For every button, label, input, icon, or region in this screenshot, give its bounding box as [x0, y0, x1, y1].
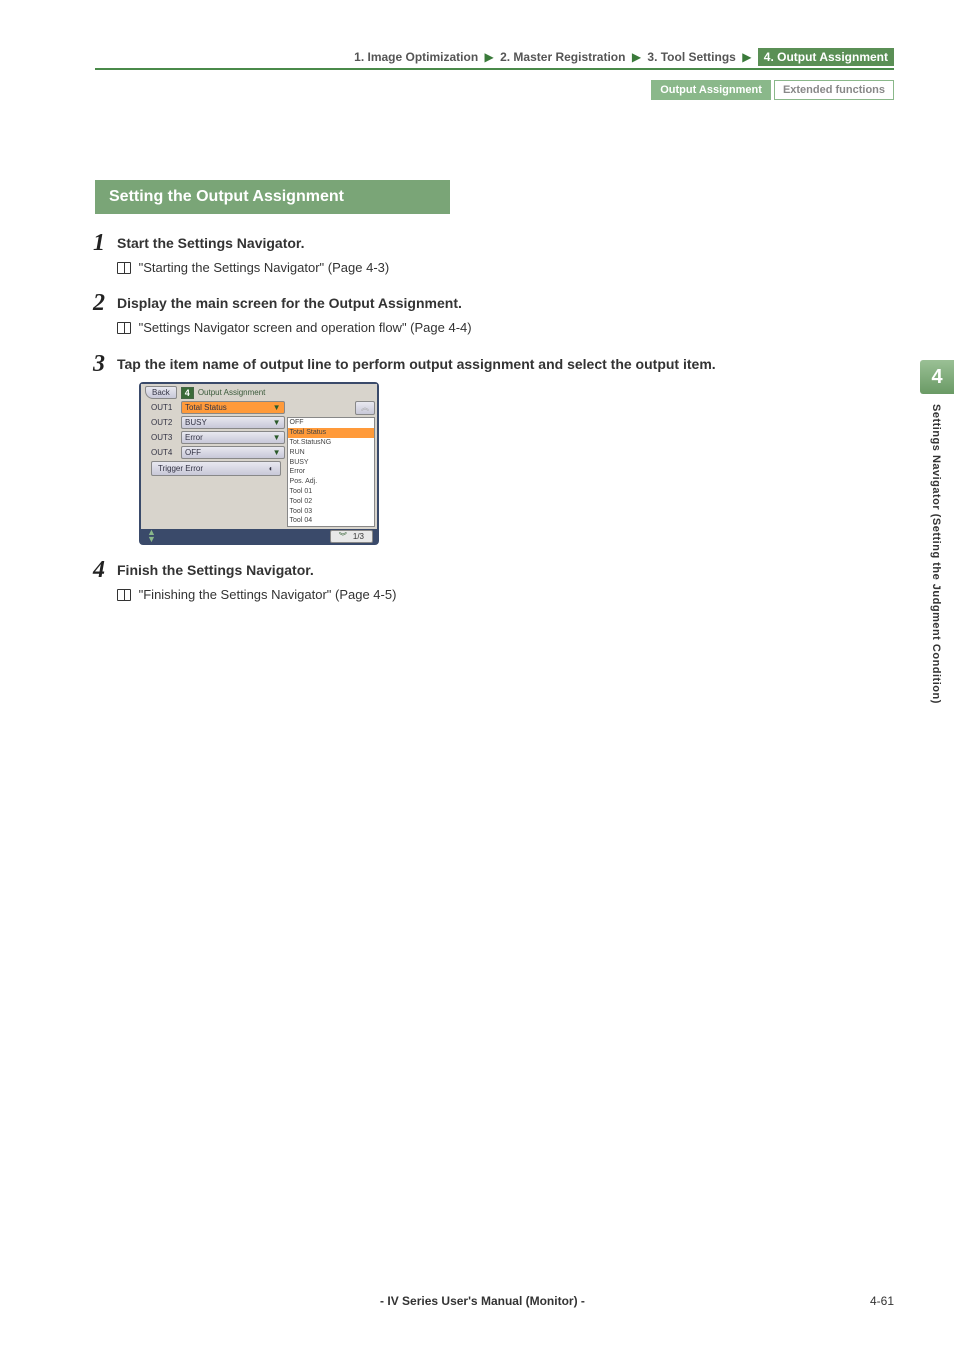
breadcrumb-arrow-icon: ▶ — [485, 50, 494, 64]
stage-title: Output Assignment — [198, 388, 266, 397]
chevron-down-icon: ︾ — [339, 531, 347, 542]
device-screenshot: Back 4 Output Assignment OUT1 Total Stat… — [139, 382, 379, 545]
dropdown-option[interactable]: Error — [288, 467, 374, 477]
stage-number-badge: 4 — [181, 387, 194, 399]
dropdown-option[interactable]: Tool 04 — [288, 516, 374, 526]
divider — [95, 68, 894, 70]
breadcrumb-arrow-icon: ▶ — [742, 50, 751, 64]
book-icon — [117, 262, 131, 274]
step-title: Finish the Settings Navigator. — [117, 561, 894, 581]
book-icon — [117, 322, 131, 334]
step-reference: "Finishing the Settings Navigator" (Page… — [117, 585, 894, 606]
chevron-down-icon: ▼ — [273, 403, 281, 412]
footer-title: - IV Series User's Manual (Monitor) - — [95, 1294, 870, 1308]
dropdown-option[interactable]: Tool 02 — [288, 497, 374, 507]
trigger-error-row[interactable]: Trigger Error ◐ — [151, 461, 281, 476]
output-value: OFF — [185, 448, 201, 457]
step-ref-text: "Finishing the Settings Navigator" (Page… — [139, 587, 397, 602]
device-topbar: Back 4 Output Assignment — [141, 384, 377, 401]
step-title: Start the Settings Navigator. — [117, 234, 894, 254]
step-number: 1 — [93, 230, 105, 257]
breadcrumb-item-4: 4. Output Assignment — [758, 48, 894, 66]
output-value: Total Status — [185, 403, 227, 412]
subtab-output-assignment: Output Assignment — [651, 80, 771, 100]
dropdown-option[interactable]: Tool 01 — [288, 487, 374, 497]
output-label: OUT2 — [151, 418, 177, 427]
step-2: 2 Display the main screen for the Output… — [95, 294, 894, 338]
chapter-number-badge: 4 — [920, 360, 954, 394]
dropdown-option[interactable]: Pos. Adj. — [288, 477, 374, 487]
breadcrumb-item-1: 1. Image Optimization — [354, 50, 478, 64]
output-row-out1: OUT1 Total Status ▼ — [143, 401, 285, 414]
dropdown-option[interactable]: BUSY — [288, 458, 374, 468]
breadcrumb-item-3: 3. Tool Settings — [647, 50, 735, 64]
output-row-out3: OUT3 Error ▼ — [143, 431, 285, 444]
book-icon — [117, 589, 131, 601]
subtab-extended-functions: Extended functions — [774, 80, 894, 100]
page-number: 4-61 — [870, 1294, 894, 1308]
step-number: 2 — [93, 290, 105, 317]
step-number: 3 — [93, 351, 105, 378]
chapter-title-vertical: Settings Navigator (Setting the Judgment… — [930, 404, 942, 704]
device-bottombar: ▲▼ ︾ 1/3 — [141, 529, 377, 543]
output-dropdown[interactable]: OFF ▼ — [181, 446, 285, 459]
output-label: OUT4 — [151, 448, 177, 457]
trigger-error-label: Trigger Error — [158, 464, 203, 473]
output-label: OUT1 — [151, 403, 177, 412]
step-1: 1 Start the Settings Navigator. "Startin… — [95, 234, 894, 278]
output-label: OUT3 — [151, 433, 177, 442]
page-indicator: 1/3 — [353, 532, 364, 541]
step-title: Tap the item name of output line to perf… — [117, 355, 894, 375]
step-ref-text: "Settings Navigator screen and operation… — [139, 320, 472, 335]
breadcrumb: 1. Image Optimization ▶ 2. Master Regist… — [95, 50, 894, 64]
output-row-out2: OUT2 BUSY ▼ — [143, 416, 285, 429]
scroll-up-button[interactable]: ︽ — [355, 401, 375, 415]
dropdown-option[interactable]: RUN — [288, 448, 374, 458]
breadcrumb-item-2: 2. Master Registration — [500, 50, 625, 64]
dropdown-option[interactable]: Total Status — [288, 428, 374, 438]
step-ref-text: "Starting the Settings Navigator" (Page … — [139, 260, 390, 275]
dropdown-option[interactable]: OFF — [288, 418, 374, 428]
chevron-down-icon: ▼ — [273, 418, 281, 427]
step-title: Display the main screen for the Output A… — [117, 294, 894, 314]
dropdown-list: OFF Total Status Tot.StatusNG RUN BUSY E… — [287, 417, 375, 527]
subtab-bar: Output Assignment Extended functions — [95, 80, 894, 100]
output-row-out4: OUT4 OFF ▼ — [143, 446, 285, 459]
output-value: BUSY — [185, 418, 207, 427]
back-button[interactable]: Back — [145, 386, 177, 399]
output-dropdown[interactable]: BUSY ▼ — [181, 416, 285, 429]
dropdown-option[interactable]: Tot.StatusNG — [288, 438, 374, 448]
step-reference: "Settings Navigator screen and operation… — [117, 318, 894, 339]
step-3: 3 Tap the item name of output line to pe… — [95, 355, 894, 545]
up-down-icon[interactable]: ▲▼ — [147, 529, 156, 543]
dropdown-option[interactable]: Tool 03 — [288, 507, 374, 517]
chevron-down-icon: ▼ — [273, 433, 281, 442]
step-reference: "Starting the Settings Navigator" (Page … — [117, 258, 894, 279]
chevron-down-icon: ▼ — [273, 448, 281, 457]
section-heading: Setting the Output Assignment — [95, 180, 450, 214]
side-tab: 4 Settings Navigator (Setting the Judgme… — [920, 360, 954, 704]
output-dropdown[interactable]: Error ▼ — [181, 431, 285, 444]
step-4: 4 Finish the Settings Navigator. "Finish… — [95, 561, 894, 605]
output-value: Error — [185, 433, 203, 442]
footer: - IV Series User's Manual (Monitor) - 4-… — [95, 1294, 894, 1308]
breadcrumb-arrow-icon: ▶ — [632, 50, 641, 64]
output-dropdown[interactable]: Total Status ▼ — [181, 401, 285, 414]
step-number: 4 — [93, 557, 105, 584]
toggle-icon: ◐ — [269, 464, 274, 473]
pager[interactable]: ︾ 1/3 — [330, 530, 373, 543]
output-rows: OUT1 Total Status ▼ OUT2 BUSY ▼ — [143, 401, 285, 527]
